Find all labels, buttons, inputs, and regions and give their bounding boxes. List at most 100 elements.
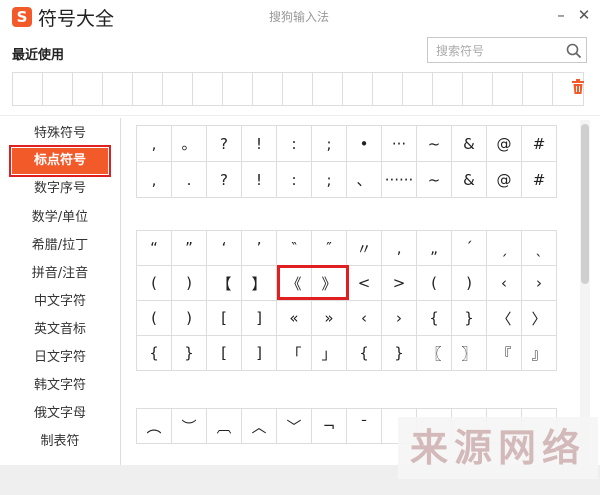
recent-slot[interactable] xyxy=(253,73,283,105)
symbol-cell[interactable]: 』 xyxy=(522,336,557,371)
symbol-cell[interactable]: , xyxy=(137,162,172,198)
symbol-cell[interactable]: @ xyxy=(487,126,522,162)
recent-slot[interactable] xyxy=(403,73,433,105)
symbol-cell[interactable]: ︶ xyxy=(172,409,207,444)
symbol-cell[interactable]: ︹ xyxy=(207,409,242,444)
recent-slot[interactable] xyxy=(493,73,523,105)
symbol-cell[interactable]: 。 xyxy=(172,126,207,162)
symbol-cell[interactable]: : xyxy=(277,126,312,162)
recent-slot[interactable] xyxy=(343,73,373,105)
recent-slot[interactable] xyxy=(463,73,493,105)
symbol-cell[interactable]: ~ xyxy=(417,126,452,162)
symbol-cell[interactable]: ) xyxy=(172,301,207,336)
symbol-cell[interactable]: › xyxy=(382,301,417,336)
sidebar-item-2[interactable]: 数字序号 xyxy=(12,176,108,202)
trash-icon[interactable] xyxy=(571,79,585,95)
symbol-cell[interactable]: ] xyxy=(242,301,277,336)
symbol-cell[interactable]: ~ xyxy=(417,162,452,198)
symbol-cell[interactable]: # xyxy=(522,162,557,198)
symbol-cell[interactable]: ‘ xyxy=(207,231,242,266)
symbol-cell[interactable]: 」 xyxy=(312,336,347,371)
symbol-cell[interactable]: < xyxy=(347,266,382,301)
symbol-cell[interactable]: ︵ xyxy=(137,409,172,444)
symbol-cell[interactable]: 、 xyxy=(347,162,382,198)
symbol-cell[interactable]: { xyxy=(417,301,452,336)
symbol-cell[interactable]: ( xyxy=(137,301,172,336)
symbol-cell[interactable]: • xyxy=(347,126,382,162)
symbol-cell[interactable]: : xyxy=(277,162,312,198)
symbol-cell[interactable]: . xyxy=(172,162,207,198)
sidebar-item-10[interactable]: 俄文字母 xyxy=(12,401,108,427)
symbol-cell[interactable]: @ xyxy=(487,162,522,198)
symbol-cell[interactable]: 〉 xyxy=(522,301,557,336)
search-icon[interactable] xyxy=(565,42,583,60)
symbol-cell[interactable]: ˎ xyxy=(522,231,557,266)
symbol-cell[interactable]: [ xyxy=(207,301,242,336)
scrollbar-thumb[interactable] xyxy=(581,124,589,284)
recent-slot[interactable] xyxy=(163,73,193,105)
symbol-cell[interactable]: ¬ xyxy=(312,409,347,444)
symbol-cell[interactable]: ; xyxy=(312,162,347,198)
symbol-cell[interactable]: { xyxy=(137,336,172,371)
symbol-cell[interactable]: ··· xyxy=(382,126,417,162)
symbol-cell[interactable]: 〗 xyxy=(452,336,487,371)
recent-slot[interactable] xyxy=(313,73,343,105)
sidebar-item-6[interactable]: 中文字符 xyxy=(12,289,108,315)
symbol-cell[interactable]: ] xyxy=(242,336,277,371)
symbol-cell[interactable]: ( xyxy=(137,266,172,301)
sidebar-item-3[interactable]: 数学/单位 xyxy=(12,205,108,231)
symbol-cell[interactable]: 】 xyxy=(242,266,277,301)
symbol-cell[interactable]: 【 xyxy=(207,266,242,301)
symbol-cell[interactable]: 》 xyxy=(312,266,347,301)
symbol-cell[interactable]: ? xyxy=(207,162,242,198)
recent-slot[interactable] xyxy=(73,73,103,105)
sidebar-item-9[interactable]: 韩文字符 xyxy=(12,373,108,399)
symbol-cell[interactable]: ″ xyxy=(312,231,347,266)
recent-slot[interactable] xyxy=(373,73,403,105)
symbol-cell[interactable]: ˉ xyxy=(347,409,382,444)
sidebar-item-4[interactable]: 希腊/拉丁 xyxy=(12,233,108,259)
symbol-cell[interactable]: } xyxy=(452,301,487,336)
symbol-cell[interactable]: ‹ xyxy=(347,301,382,336)
sidebar-item-5[interactable]: 拼音/注音 xyxy=(12,261,108,287)
minimize-button[interactable]: – xyxy=(549,4,573,26)
symbol-cell[interactable]: 〃 xyxy=(347,231,382,266)
symbol-cell[interactable]: ; xyxy=(312,126,347,162)
close-button[interactable]: ✕ xyxy=(572,4,596,26)
symbol-cell[interactable]: } xyxy=(172,336,207,371)
symbol-cell[interactable]: 《 xyxy=(277,266,312,301)
recent-slot[interactable] xyxy=(193,73,223,105)
symbol-cell[interactable]: ) xyxy=(172,266,207,301)
sidebar-item-8[interactable]: 日文字符 xyxy=(12,345,108,371)
recent-slot[interactable] xyxy=(13,73,43,105)
symbol-cell[interactable]: ‹ xyxy=(487,266,522,301)
recent-slot[interactable] xyxy=(283,73,313,105)
search-input[interactable] xyxy=(434,39,570,63)
symbol-cell[interactable]: › xyxy=(522,266,557,301)
symbol-cell[interactable]: ( xyxy=(417,266,452,301)
recent-slot[interactable] xyxy=(223,73,253,105)
sidebar-item-1[interactable]: 标点符号 xyxy=(9,145,111,177)
symbol-cell[interactable]: ······ xyxy=(382,162,417,198)
symbol-cell[interactable]: { xyxy=(347,336,382,371)
symbol-cell[interactable]: # xyxy=(522,126,557,162)
symbol-cell[interactable]: “ xyxy=(137,231,172,266)
symbol-cell[interactable]: ‶ xyxy=(277,231,312,266)
sidebar-item-11[interactable]: 制表符 xyxy=(12,429,108,455)
recent-slot[interactable] xyxy=(523,73,553,105)
symbol-cell[interactable]: ﹀ xyxy=(277,409,312,444)
symbol-cell[interactable]: & xyxy=(452,162,487,198)
recent-slot[interactable] xyxy=(133,73,163,105)
symbol-cell[interactable]: ! xyxy=(242,162,277,198)
sidebar-item-7[interactable]: 英文音标 xyxy=(12,317,108,343)
symbol-cell[interactable]: [ xyxy=(207,336,242,371)
symbol-cell[interactable]: » xyxy=(312,301,347,336)
symbol-cell[interactable]: ˊ xyxy=(452,231,487,266)
symbol-cell[interactable]: } xyxy=(382,336,417,371)
symbol-cell[interactable]: „ xyxy=(417,231,452,266)
symbol-cell[interactable]: 「 xyxy=(277,336,312,371)
symbol-cell[interactable]: ’ xyxy=(242,231,277,266)
search-box[interactable] xyxy=(427,37,587,63)
symbol-cell[interactable]: ” xyxy=(172,231,207,266)
recent-slot[interactable] xyxy=(433,73,463,105)
